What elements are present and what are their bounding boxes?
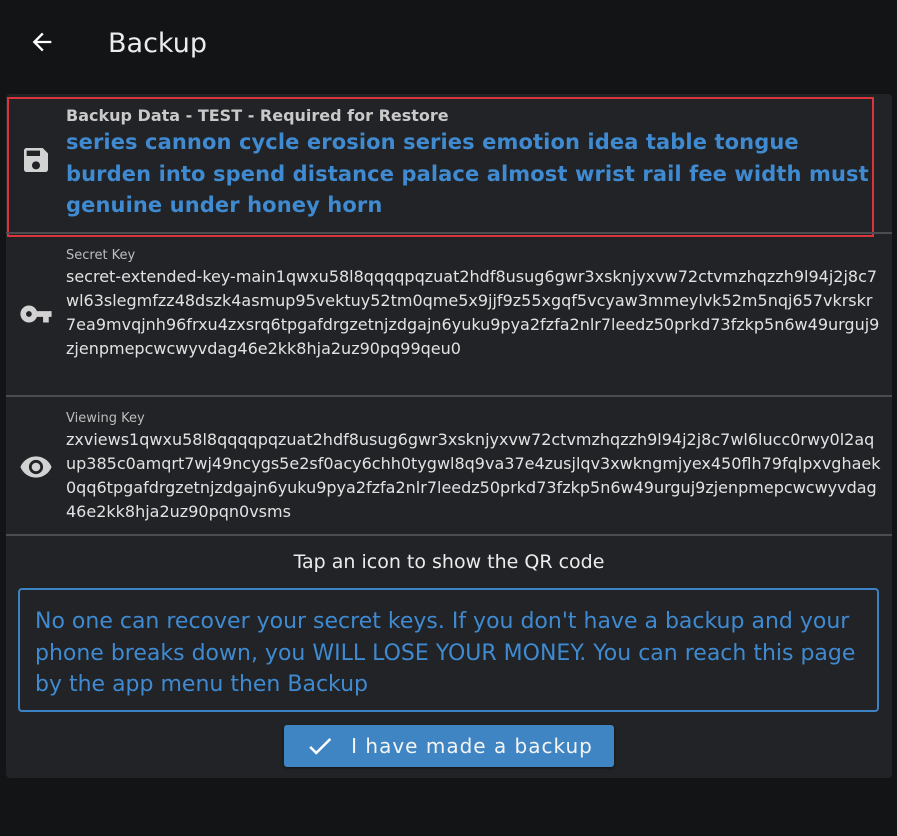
- save-icon[interactable]: [18, 142, 54, 178]
- warning-box: No one can recover your secret keys. If …: [18, 588, 879, 712]
- key-icon[interactable]: [18, 296, 54, 332]
- secret-key-value: secret-extended-key-main1qwxu58l8qqqqpqz…: [66, 267, 880, 358]
- check-icon: [305, 731, 335, 761]
- backup-data-label: Backup Data - TEST - Required for Restor…: [66, 106, 449, 125]
- app-bar: Backup: [0, 0, 897, 88]
- qr-hint: Tap an icon to show the QR code: [293, 551, 605, 573]
- arrow-left-icon: [32, 32, 52, 52]
- secret-key-label: Secret Key: [66, 248, 136, 263]
- warning-text: No one can recover your secret keys. If …: [35, 609, 856, 697]
- secret-key-tile[interactable]: Secret Key secret-extended-key-main1qwxu…: [6, 234, 892, 394]
- back-button[interactable]: [22, 22, 62, 62]
- page-title: Backup: [108, 28, 207, 59]
- divider: [6, 534, 892, 536]
- confirm-button-label: I have made a backup: [351, 734, 593, 758]
- viewing-key-value: zxviews1qwxu58l8qqqqpqzuat2hdf8usug6gwr3…: [66, 430, 881, 521]
- backup-data-tile[interactable]: Backup Data - TEST - Required for Restor…: [6, 94, 892, 232]
- confirm-backup-button[interactable]: I have made a backup: [284, 725, 614, 767]
- viewing-key-tile[interactable]: Viewing Key zxviews1qwxu58l8qqqqpqzuat2h…: [6, 397, 892, 533]
- backup-card: Backup Data - TEST - Required for Restor…: [6, 94, 892, 778]
- viewing-key-label: Viewing Key: [66, 411, 145, 426]
- seed-phrase: series cannon cycle erosion series emoti…: [66, 130, 869, 217]
- eye-icon[interactable]: [18, 449, 54, 485]
